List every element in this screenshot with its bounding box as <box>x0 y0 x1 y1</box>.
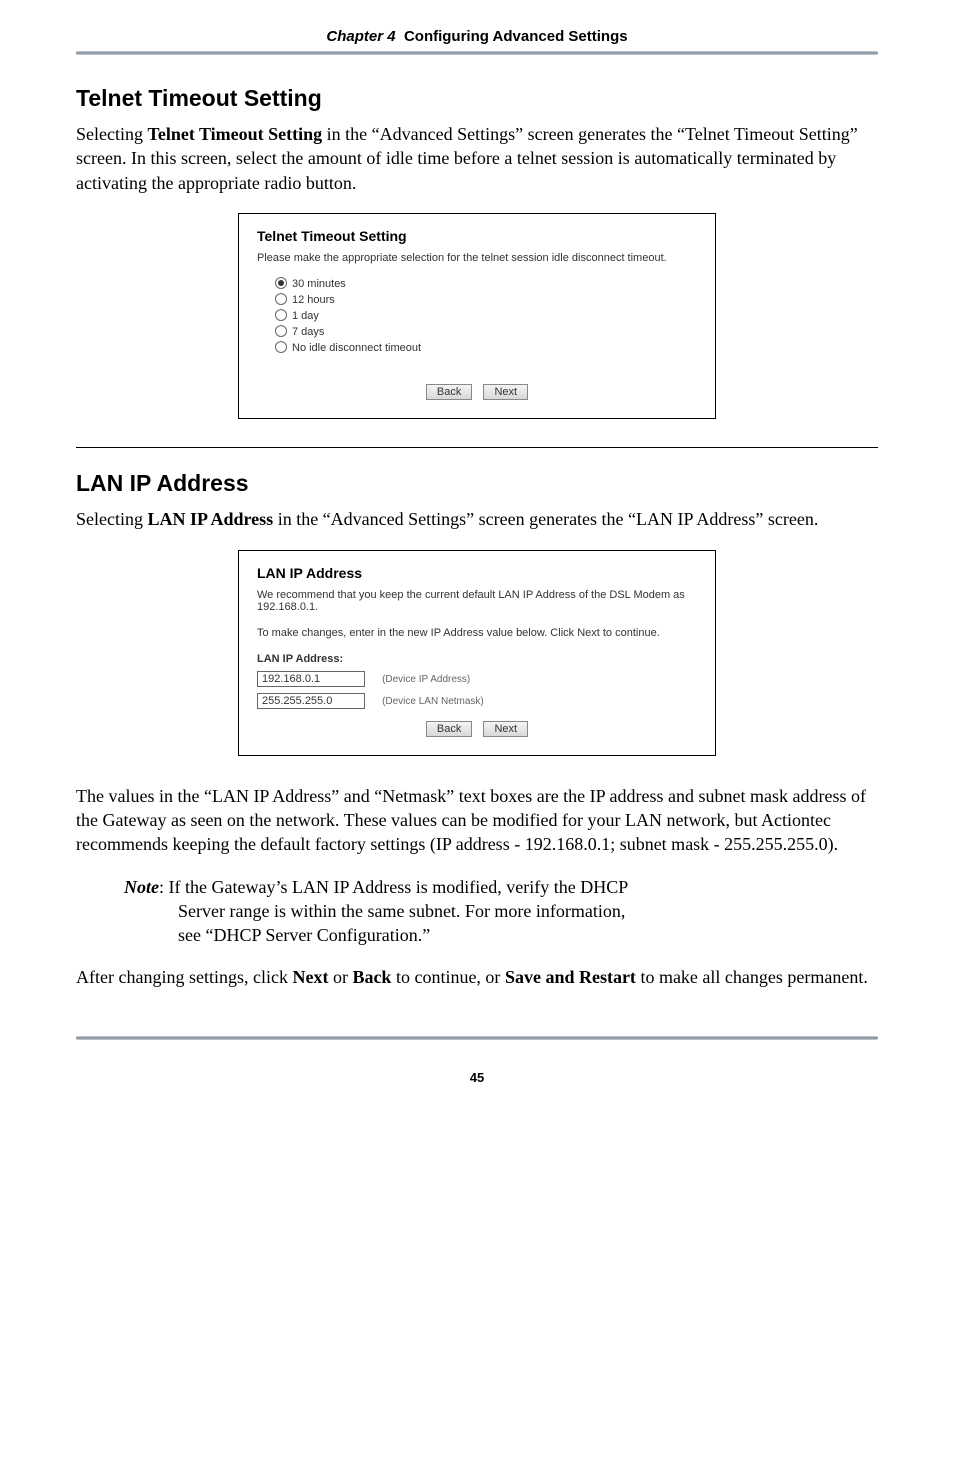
telnet-intro-paragraph: Selecting Telnet Timeout Setting in the … <box>76 122 878 195</box>
next-button[interactable]: Next <box>483 384 528 400</box>
radio-option[interactable]: 30 minutes <box>275 278 697 290</box>
section-heading-telnet: Telnet Timeout Setting <box>76 85 878 112</box>
closing-paragraph: After changing settings, click Next or B… <box>76 965 878 989</box>
section-heading-lan: LAN IP Address <box>76 470 878 497</box>
text: to continue, or <box>391 967 504 987</box>
text: Selecting <box>76 124 147 144</box>
text: Address” screen. <box>693 509 818 529</box>
note-block: Note: If the Gateway’s LAN IP Address is… <box>124 875 878 948</box>
radio-label: No idle disconnect timeout <box>292 342 421 354</box>
text-bold: LAN IP Address <box>147 509 273 529</box>
next-button[interactable]: Next <box>483 721 528 737</box>
ip-address-row: 192.168.0.1 (Device IP Address) <box>257 671 697 687</box>
text-bold: Telnet Timeout Setting <box>147 124 322 144</box>
text-bold: Next <box>292 967 328 987</box>
text: Selecting <box>76 509 147 529</box>
panel-blurb: Please make the appropriate selection fo… <box>257 252 697 264</box>
radio-label: 12 hours <box>292 294 335 306</box>
page-number: 45 <box>76 1070 878 1085</box>
radio-option[interactable]: 1 day <box>275 310 697 322</box>
back-button[interactable]: Back <box>426 721 472 737</box>
text: LAN IP <box>636 509 693 529</box>
radio-option[interactable]: No idle disconnect timeout <box>275 342 697 354</box>
radio-icon <box>275 341 287 353</box>
lan-explanation-paragraph: The values in the “LAN IP Address” and “… <box>76 784 878 857</box>
lan-ip-subhead: LAN IP Address: <box>257 653 697 665</box>
text: or <box>328 967 352 987</box>
radio-option[interactable]: 12 hours <box>275 294 697 306</box>
text: to make all changes permanent. <box>636 967 868 987</box>
text: After changing settings, click <box>76 967 292 987</box>
chapter-prefix: Chapter 4 <box>326 28 395 45</box>
header-rule <box>76 51 878 55</box>
device-ip-input[interactable]: 192.168.0.1 <box>257 671 365 687</box>
text: in the “Advanced Settings” screen genera… <box>273 509 636 529</box>
radio-icon <box>275 277 287 289</box>
radio-label: 30 minutes <box>292 278 346 290</box>
back-button[interactable]: Back <box>426 384 472 400</box>
telnet-timeout-panel: Telnet Timeout Setting Please make the a… <box>238 213 716 419</box>
text-bold: Save and Restart <box>505 967 636 987</box>
radio-icon <box>275 325 287 337</box>
input-caption: (Device LAN Netmask) <box>382 696 484 707</box>
note-text: Server range is within the same subnet. … <box>178 899 878 923</box>
radio-option[interactable]: 7 days <box>275 326 697 338</box>
radio-icon <box>275 309 287 321</box>
note-text: see “DHCP Server Configuration.” <box>178 923 878 947</box>
chapter-header: Chapter 4 Configuring Advanced Settings <box>76 28 878 45</box>
lan-ip-panel: LAN IP Address We recommend that you kee… <box>238 550 716 756</box>
panel-blurb: We recommend that you keep the current d… <box>257 589 697 613</box>
input-caption: (Device IP Address) <box>382 674 470 685</box>
chapter-title: Configuring Advanced Settings <box>404 28 628 45</box>
netmask-row: 255.255.255.0 (Device LAN Netmask) <box>257 693 697 709</box>
note-label: Note <box>124 877 159 897</box>
radio-label: 1 day <box>292 310 319 322</box>
radio-option-list: 30 minutes 12 hours 1 day 7 days No idle… <box>275 278 697 354</box>
radio-label: 7 days <box>292 326 324 338</box>
radio-icon <box>275 293 287 305</box>
footer-rule <box>76 1036 878 1040</box>
text-bold: Back <box>352 967 391 987</box>
lan-intro-paragraph: Selecting LAN IP Address in the “Advance… <box>76 507 878 531</box>
panel-title: Telnet Timeout Setting <box>257 228 697 244</box>
panel-title: LAN IP Address <box>257 565 697 581</box>
section-divider <box>76 447 878 448</box>
device-netmask-input[interactable]: 255.255.255.0 <box>257 693 365 709</box>
note-text: : If the Gateway’s LAN IP Address is mod… <box>159 877 628 897</box>
panel-blurb: To make changes, enter in the new IP Add… <box>257 627 697 639</box>
